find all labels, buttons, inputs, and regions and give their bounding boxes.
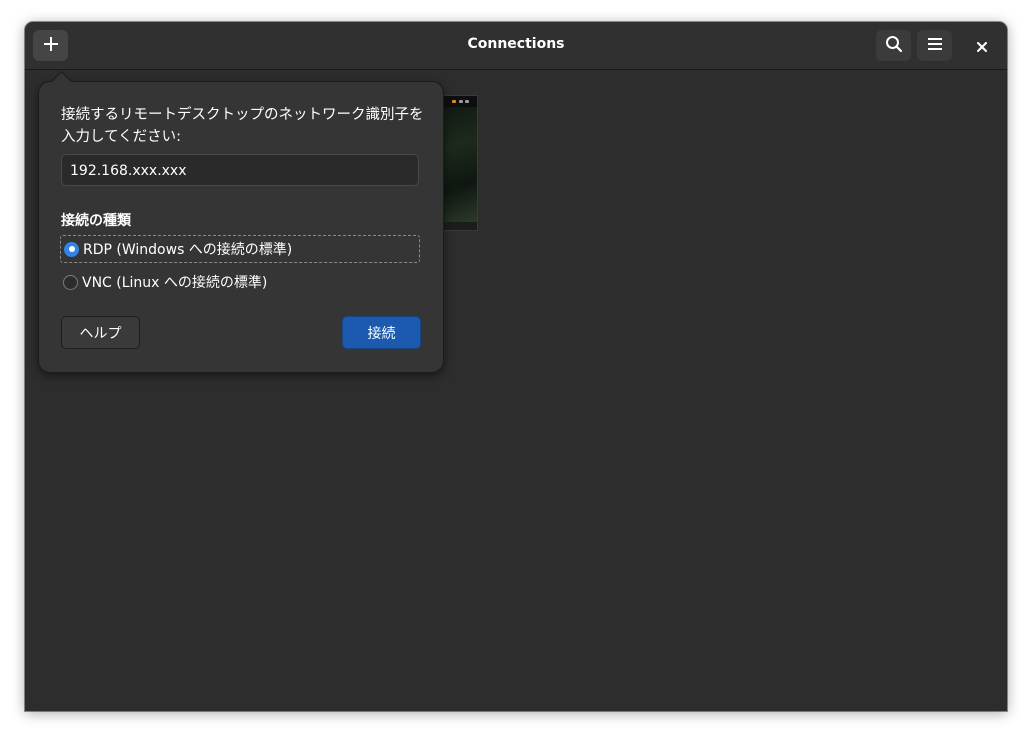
popover-arrow	[50, 70, 73, 93]
search-button[interactable]	[876, 30, 911, 61]
main-menu-button[interactable]	[917, 30, 952, 61]
connect-button[interactable]: 接続	[342, 316, 421, 349]
address-input[interactable]: 192.168.xxx.xxx	[61, 154, 419, 186]
vnc-option-label: VNC (Linux への接続の標準)	[82, 275, 268, 291]
header-bar: Connections	[25, 22, 1007, 70]
close-icon	[977, 37, 987, 56]
connections-window: Connections 接続するリモートデスクトップのネットワーク識別子を入力し…	[25, 22, 1007, 711]
new-connection-popover: 接続するリモートデスクトップのネットワーク識別子を入力してください: 192.1…	[38, 70, 444, 373]
rdp-option[interactable]: RDP (Windows への接続の標準)	[60, 235, 420, 263]
vnc-option[interactable]: VNC (Linux への接続の標準)	[60, 268, 420, 296]
vnc-radio[interactable]	[63, 274, 78, 290]
hamburger-menu-icon	[927, 36, 943, 55]
rdp-option-label: RDP (Windows への接続の標準)	[83, 242, 293, 258]
connection-type-heading: 接続の種類	[61, 213, 131, 229]
help-button[interactable]: ヘルプ	[61, 316, 140, 349]
window-title: Connections	[467, 36, 565, 52]
rdp-radio[interactable]	[64, 241, 79, 257]
address-prompt: 接続するリモートデスクトップのネットワーク識別子を入力してください:	[61, 107, 424, 145]
search-icon	[885, 35, 903, 57]
close-window-button[interactable]	[971, 35, 993, 57]
